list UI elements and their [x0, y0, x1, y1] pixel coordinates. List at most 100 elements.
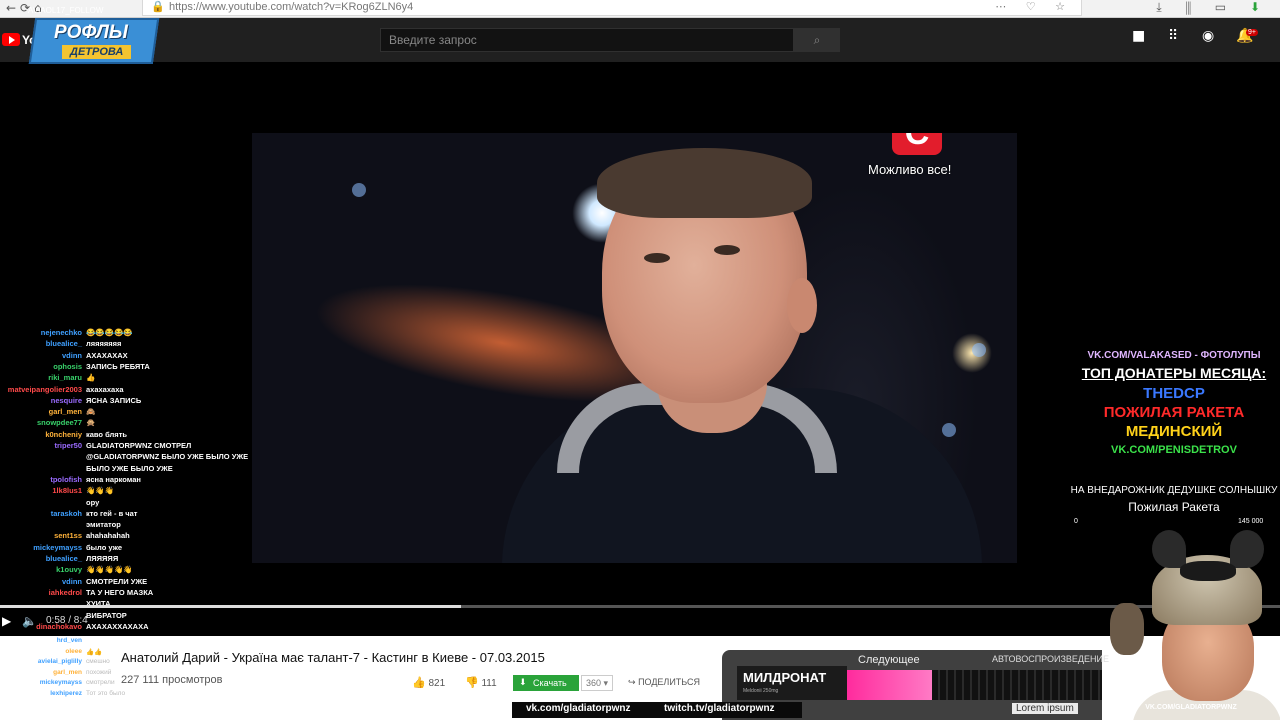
goal-min: 0 — [1074, 518, 1078, 525]
chat-username: lexhiperez — [50, 689, 82, 697]
chat-history-list: hrd_ven oleee 👍👍 avielai_piglilly смешно garl… — [0, 636, 125, 702]
thumbs-down-icon: 👎 — [465, 676, 479, 689]
chat-text: ЗАПИСЬ РЕБЯТА — [86, 361, 150, 371]
notification-badge: 9+ — [1246, 29, 1258, 36]
chat-text: 😂😂😂😂😂 — [86, 328, 133, 337]
download-arrow-icon: ⬇ — [519, 678, 527, 688]
chat-username: ophosis — [53, 361, 82, 371]
chat-username: nesquire — [50, 395, 82, 405]
ad-title: МИЛДРОНАТ — [743, 670, 827, 685]
alert-bar-pattern — [932, 670, 1102, 700]
video-progress-bar[interactable] — [0, 605, 1280, 608]
chat-username: snowpdee77 — [36, 418, 82, 428]
overlay-logo-title: РОФЛЫ — [54, 22, 128, 43]
download-icon[interactable]: ⬇ — [1250, 0, 1270, 14]
autoplay-label[interactable]: АВТОВОСПРОИЗВЕДЕНИЕ — [992, 654, 1109, 664]
quality-select[interactable]: 360 ▾ — [581, 675, 613, 691]
chat-text: 👋👋👋 — [86, 486, 115, 496]
chat-text: GLADIATORPWNZ СМОТРЕЛ — [86, 441, 192, 450]
chat-username: avielai_piglilly — [37, 658, 82, 665]
donors-vk-top: VK.COM/VALAKASED - ФОТОЛУПЫ — [1087, 350, 1261, 361]
play-icon[interactable]: ▶ — [2, 614, 11, 628]
ad-card[interactable]: МИЛДРОНАТ Meldonii 250mg — [737, 666, 847, 700]
view-count: 227 111 просмотров — [121, 674, 223, 686]
chat-text: 🙊 — [86, 418, 96, 428]
chat-text: похожий — [86, 668, 112, 676]
volume-icon[interactable]: 🔈 — [22, 614, 37, 628]
thumbs-up-icon: 👍 — [412, 676, 426, 689]
like-count: 821 — [428, 678, 446, 689]
up-next-header: Следующее — [858, 654, 920, 666]
stream-overlay-logo: AVIAOL17_FOLLOW РОФЛЫ ДЕТРОВА — [28, 6, 160, 68]
dislike-count: 111 — [481, 678, 497, 689]
chat-text: ляяяяяяя — [86, 339, 122, 349]
twitch-link: twitch.tv/gladiatorpwnz — [664, 703, 775, 714]
messages-icon[interactable]: ◉ — [1202, 28, 1214, 44]
download-button[interactable]: ⬇ Скачать — [513, 675, 579, 691]
chat-username: taraskoh — [50, 508, 82, 518]
chat-text: @GLADIATORPWNZ БЫЛО УЖЕ БЫЛО УЖЕ — [86, 452, 249, 462]
share-button[interactable]: ↪ ПОДЕЛИТЬСЯ — [628, 677, 700, 688]
person-eye — [644, 253, 670, 263]
video-player[interactable]: С Можливо все! — [252, 133, 1017, 563]
chat-username: riki_maru — [48, 373, 82, 383]
dislike-button[interactable]: 👎 111 — [465, 676, 497, 689]
like-button[interactable]: 👍 821 — [412, 676, 445, 689]
url-text[interactable]: https://www.youtube.com/watch?v=KRog6ZLN… — [169, 1, 413, 13]
chat-text: кто гей - в чат — [86, 508, 138, 518]
overlay-logo-subtitle: ДЕТРОВА — [62, 45, 132, 59]
chat-username: matveipangolier2003 — [7, 384, 82, 394]
donor-3: МЕДИНСКИЙ — [1125, 423, 1223, 440]
donors-heading: ТОП ДОНАТЕРЫ МЕСЯЦА: — [1081, 365, 1267, 381]
chat-username: k0ncheniy — [45, 429, 82, 439]
placeholder-text: Lorem ipsum — [1012, 703, 1078, 714]
chat-username: mickeymayss — [33, 542, 82, 552]
chat-username: k1ouvy — [56, 565, 82, 575]
search-button[interactable]: ⌕ — [794, 28, 840, 52]
channel-logo-icon: С — [892, 133, 942, 155]
chat-text: СМОТРЕЛИ УЖЕ — [86, 576, 148, 586]
person-ear — [787, 278, 817, 333]
chat-text: смотрели — [86, 679, 115, 686]
search-box[interactable] — [380, 28, 794, 52]
cam-raccoon — [1110, 603, 1144, 655]
chat-text: каво блять — [86, 429, 127, 439]
chat-text: АХАХАХАХ — [86, 350, 128, 360]
chat-text: эмитатор — [86, 520, 121, 530]
bokeh-light — [972, 343, 986, 357]
chat-username: vdinn — [62, 576, 82, 586]
search-input[interactable] — [381, 29, 793, 51]
share-label: ПОДЕЛИТЬСЯ — [638, 677, 701, 687]
chat-text: ЯСНА ЗАПИСЬ — [86, 395, 142, 405]
chat-username: sent1ss — [54, 531, 82, 541]
apps-icon[interactable]: ⠿ — [1168, 28, 1178, 44]
bokeh-light — [942, 423, 956, 437]
alert-bar — [847, 670, 932, 700]
progress-fill — [0, 605, 461, 608]
chat-username: vdinn — [62, 350, 82, 360]
donor-2: ПОЖИЛАЯ РАКЕТА — [1103, 404, 1245, 421]
camera-icon[interactable]: ■ — [1132, 28, 1145, 44]
chat-username: iahkedrol — [48, 587, 82, 597]
chat-username: oleee — [65, 647, 82, 655]
chat-username: garl_men — [53, 668, 82, 676]
donors-vk-bottom: VK.COM/PENISDETROV — [1111, 444, 1237, 456]
cam-hat-ear — [1230, 530, 1264, 568]
address-bar[interactable]: 🔒 https://www.youtube.com/watch?v=KRog6Z… — [142, 0, 1082, 16]
stream-links-bar: vk.com/gladiatorpwnz twitch.tv/gladiator… — [512, 702, 802, 718]
back-icon[interactable]: ← — [6, 1, 16, 15]
chat-text: ЛЯЯЯЯЯ — [86, 554, 119, 563]
goal-name: Пожилая Ракета — [1128, 500, 1220, 514]
browser-toolbar: ← ⟳ ⌂ 🔒 https://www.youtube.com/watch?v=… — [0, 0, 1280, 18]
goal-max: 145 000 — [1238, 518, 1264, 525]
download-label: Скачать — [533, 678, 567, 688]
youtube-logo-icon[interactable] — [2, 33, 20, 46]
ad-subtitle: Meldonii 250mg — [743, 688, 779, 694]
chat-username: nejenechko — [40, 328, 82, 337]
chat-text: 👍👍 — [86, 648, 103, 656]
browser-tools-icons[interactable]: ⤓ ⫼ ▭ ⬇ — [1156, 0, 1270, 15]
chat-text: 🙈 — [86, 407, 96, 417]
cam-hat-ear — [1152, 530, 1186, 568]
chat-username: bluealice_ — [45, 339, 82, 349]
page-actions-icon[interactable]: ⋯ ♡ ☆ — [995, 0, 1073, 13]
